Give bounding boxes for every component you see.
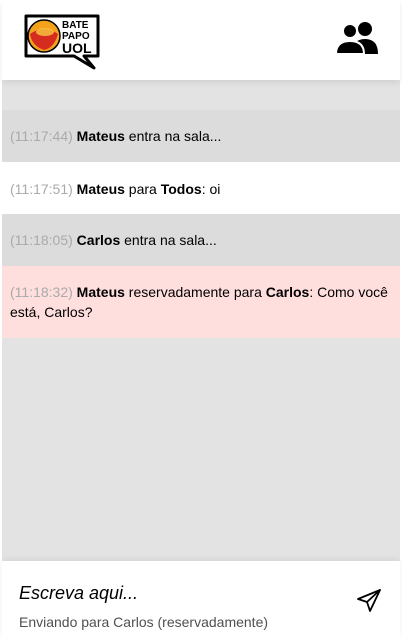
message-item: (11:17:51) Mateus para Todos: oi xyxy=(2,162,400,214)
composer-bar: Enviando para Carlos (reservadamente) xyxy=(2,561,400,639)
participants-button[interactable] xyxy=(334,20,380,56)
top-bar: BATE PAPO UOL xyxy=(2,0,400,80)
message-text: : oi xyxy=(201,181,221,197)
message-connector: reservadamente para xyxy=(128,284,262,300)
message-text: entra na sala... xyxy=(128,128,222,144)
message-sender: Mateus xyxy=(76,128,125,144)
bate-papo-uol-logo: BATE PAPO UOL xyxy=(24,14,102,70)
message-sender: Mateus xyxy=(76,284,125,300)
send-icon xyxy=(357,589,381,612)
message-text: entra na sala... xyxy=(124,232,217,248)
message-recipient: Todos xyxy=(160,181,202,197)
message-time: (11:18:05) xyxy=(10,232,73,248)
chat-app: BATE PAPO UOL (11:17:44) Mateus entra na… xyxy=(0,0,402,639)
message-recipient: Carlos xyxy=(265,284,310,300)
message-item: (11:18:05) Carlos entra na sala... xyxy=(2,214,400,266)
sending-to-label: Enviando para Carlos (reservadamente) xyxy=(19,614,269,630)
message-time: (11:17:51) xyxy=(10,181,73,197)
message-time: (11:17:44) xyxy=(10,128,73,144)
message-input[interactable] xyxy=(19,583,329,604)
send-button[interactable] xyxy=(356,588,382,614)
message-time: (11:18:32) xyxy=(10,284,73,300)
logo-text-line1: BATE xyxy=(62,20,89,31)
message-list: (11:17:44) Mateus entra na sala... (11:1… xyxy=(2,110,400,338)
logo-text-line3: UOL xyxy=(62,40,92,56)
message-item: (11:18:32) Mateus reservadamente para Ca… xyxy=(2,266,400,338)
message-sender: Carlos xyxy=(76,232,121,248)
people-icon xyxy=(334,22,378,55)
message-item: (11:17:44) Mateus entra na sala... xyxy=(2,110,400,162)
message-sender: Mateus xyxy=(76,181,125,197)
message-connector: para xyxy=(128,181,157,197)
